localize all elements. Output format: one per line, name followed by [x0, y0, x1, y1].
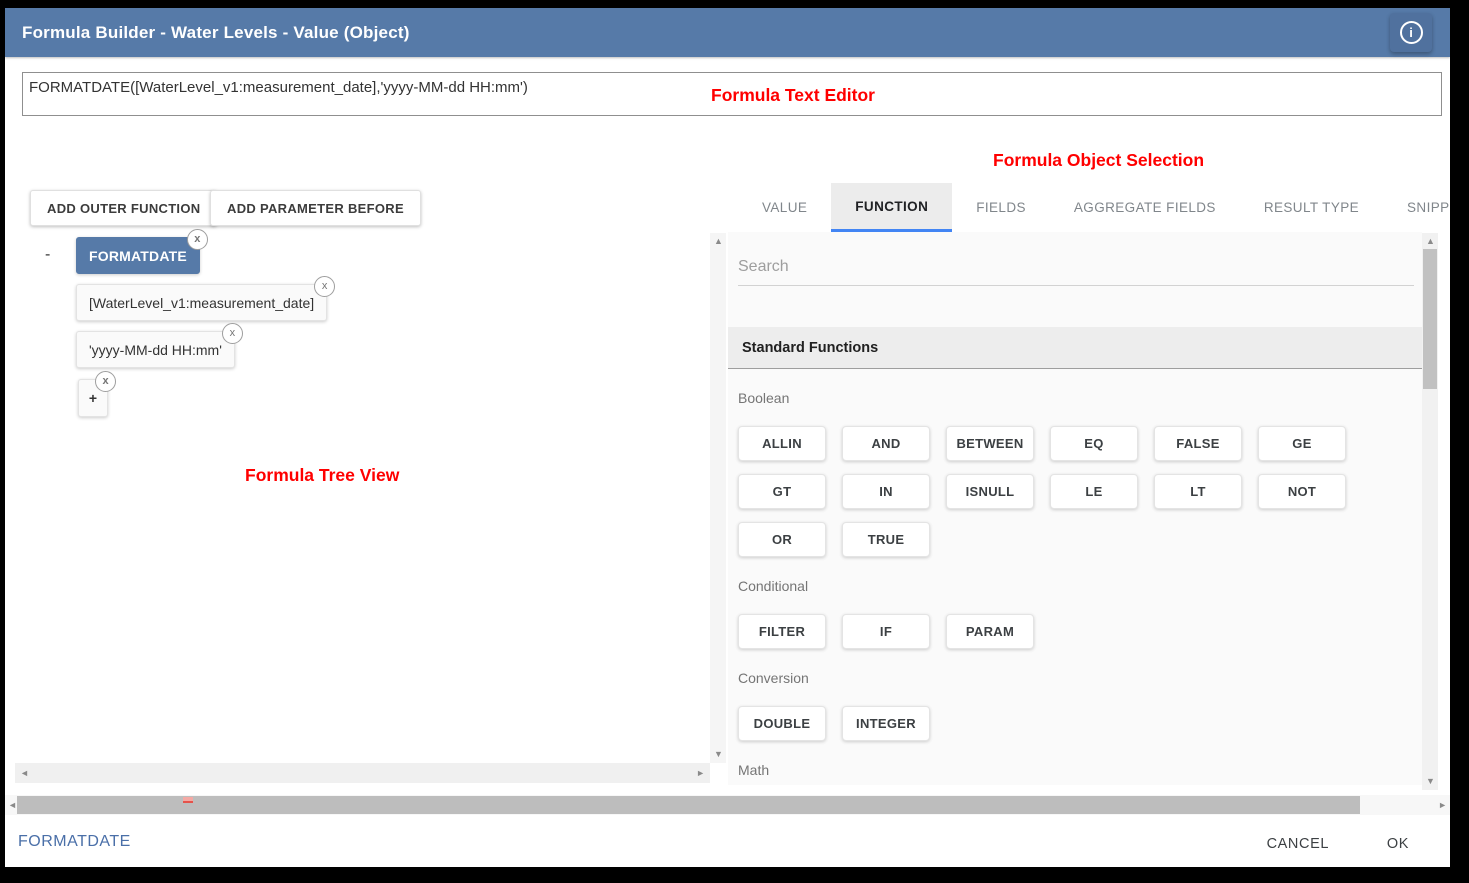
- function-button-if[interactable]: IF: [842, 614, 930, 649]
- tab-value[interactable]: VALUE: [738, 183, 831, 232]
- remove-node-icon[interactable]: x: [187, 229, 208, 250]
- scroll-up-icon[interactable]: ▲: [1426, 237, 1435, 246]
- tree-vertical-scrollbar[interactable]: ▲ ▼: [710, 233, 726, 763]
- selected-function-link[interactable]: FORMATDATE: [18, 833, 131, 851]
- function-button-lt[interactable]: LT: [1154, 474, 1242, 509]
- function-button-or[interactable]: OR: [738, 522, 826, 557]
- scrollbar-thumb[interactable]: [1423, 249, 1437, 389]
- scroll-right-icon[interactable]: ►: [1438, 801, 1447, 810]
- category-label-math: Math: [738, 762, 1422, 778]
- tab-function[interactable]: FUNCTION: [831, 183, 952, 232]
- function-button-gt[interactable]: GT: [738, 474, 826, 509]
- formula-builder-dialog: Formula Builder - Water Levels - Value (…: [5, 8, 1450, 867]
- formula-text: FORMATDATE([WaterLevel_v1:measurement_da…: [29, 79, 528, 96]
- function-panel: Standard Functions Boolean ALLIN AND BETWEE…: [728, 232, 1422, 785]
- tree-horizontal-scrollbar[interactable]: ◄ ►: [15, 763, 710, 783]
- dialog-title: Formula Builder - Water Levels - Value (…: [22, 23, 410, 43]
- dialog-header: Formula Builder - Water Levels - Value (…: [5, 8, 1450, 57]
- function-button-false[interactable]: FALSE: [1154, 426, 1242, 461]
- category-grid-conditional: FILTER IF PARAM: [738, 614, 1362, 649]
- cancel-button[interactable]: CANCEL: [1259, 830, 1337, 858]
- tree-node-measurement-date[interactable]: [WaterLevel_v1:measurement_date] x: [76, 284, 327, 321]
- function-button-in[interactable]: IN: [842, 474, 930, 509]
- function-button-between[interactable]: BETWEEN: [946, 426, 1034, 461]
- info-button[interactable]: i: [1390, 13, 1432, 52]
- tab-fields[interactable]: FIELDS: [952, 183, 1050, 232]
- tab-result-type[interactable]: RESULT TYPE: [1240, 183, 1383, 232]
- remove-node-icon[interactable]: x: [314, 276, 335, 297]
- tab-aggregate-fields[interactable]: AGGREGATE FIELDS: [1050, 183, 1240, 232]
- function-button-double[interactable]: DOUBLE: [738, 706, 826, 741]
- tree-node-label: FORMATDATE: [89, 248, 187, 264]
- function-button-integer[interactable]: INTEGER: [842, 706, 930, 741]
- function-button-not[interactable]: NOT: [1258, 474, 1346, 509]
- function-button-le[interactable]: LE: [1050, 474, 1138, 509]
- function-button-ge[interactable]: GE: [1258, 426, 1346, 461]
- function-button-param[interactable]: PARAM: [946, 614, 1034, 649]
- search-input[interactable]: [738, 258, 1414, 286]
- scroll-left-icon[interactable]: ◄: [8, 801, 17, 810]
- annotation-formula-tree-view: Formula Tree View: [245, 465, 399, 486]
- function-button-filter[interactable]: FILTER: [738, 614, 826, 649]
- tree-collapse-toggle[interactable]: -: [45, 246, 50, 264]
- red-marker-artifact: [183, 797, 193, 803]
- scroll-down-icon[interactable]: ▼: [714, 750, 723, 759]
- function-button-allin[interactable]: ALLIN: [738, 426, 826, 461]
- category-grid-boolean: ALLIN AND BETWEEN EQ FALSE GE GT IN ISNULL LE LT NO…: [738, 426, 1362, 557]
- scroll-right-icon[interactable]: ►: [696, 769, 705, 778]
- functions-vertical-scrollbar[interactable]: ▲ ▼: [1422, 233, 1438, 790]
- scroll-down-icon[interactable]: ▼: [1426, 777, 1435, 786]
- tree-node-add-parameter[interactable]: + x: [78, 379, 108, 417]
- category-grid-conversion: DOUBLE INTEGER: [738, 706, 1362, 741]
- function-button-eq[interactable]: EQ: [1050, 426, 1138, 461]
- tree-node-date-format[interactable]: 'yyyy-MM-dd HH:mm' x: [76, 331, 235, 368]
- scroll-up-icon[interactable]: ▲: [714, 237, 723, 246]
- remove-node-icon[interactable]: x: [222, 323, 243, 344]
- section-standard-functions: Standard Functions: [728, 327, 1422, 369]
- annotation-formula-object-selection: Formula Object Selection: [993, 150, 1204, 171]
- annotation-formula-text-editor: Formula Text Editor: [711, 85, 875, 106]
- tab-snippets[interactable]: SNIPPETS: [1383, 183, 1450, 232]
- scroll-left-icon[interactable]: ◄: [20, 769, 29, 778]
- tree-node-label: 'yyyy-MM-dd HH:mm': [89, 342, 222, 358]
- dialog-horizontal-scrollbar[interactable]: ◄ ►: [5, 795, 1450, 815]
- category-label-conversion: Conversion: [738, 670, 1422, 686]
- tree-node-formatdate[interactable]: FORMATDATE x: [76, 237, 200, 274]
- tree-node-label: +: [89, 390, 97, 406]
- ok-button[interactable]: OK: [1379, 830, 1417, 858]
- scrollbar-thumb[interactable]: [17, 796, 1360, 814]
- category-label-conditional: Conditional: [738, 578, 1422, 594]
- category-label-boolean: Boolean: [738, 390, 1422, 406]
- tab-bar: VALUEFUNCTIONFIELDSAGGREGATE FIELDSRESUL…: [738, 183, 1450, 232]
- formula-text-editor[interactable]: FORMATDATE([WaterLevel_v1:measurement_da…: [22, 72, 1442, 116]
- tree-node-label: [WaterLevel_v1:measurement_date]: [89, 295, 314, 311]
- function-button-true[interactable]: TRUE: [842, 522, 930, 557]
- function-categories: Boolean ALLIN AND BETWEEN EQ FALSE GE GT IN ISNUL…: [728, 390, 1422, 778]
- remove-node-icon[interactable]: x: [95, 371, 116, 392]
- add-outer-function-button[interactable]: ADD OUTER FUNCTION: [30, 190, 217, 226]
- function-button-isnull[interactable]: ISNULL: [946, 474, 1034, 509]
- info-icon: i: [1400, 21, 1423, 44]
- add-parameter-before-button[interactable]: ADD PARAMETER BEFORE: [210, 190, 421, 226]
- function-button-and[interactable]: AND: [842, 426, 930, 461]
